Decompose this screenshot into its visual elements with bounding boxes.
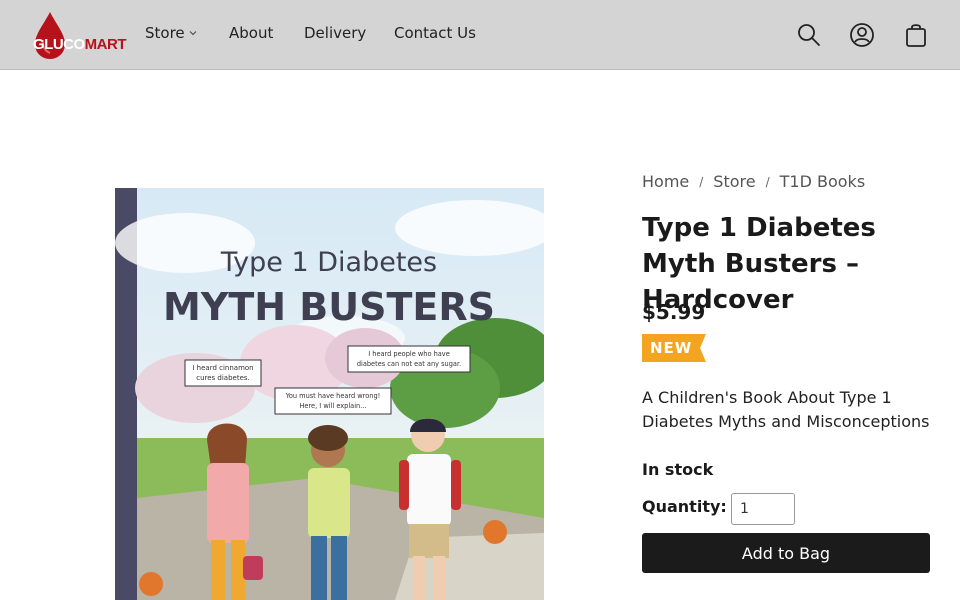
bubble-center-line1: You must have heard wrong! xyxy=(285,392,381,400)
logo-mart: MART xyxy=(84,36,127,53)
breadcrumb: Home / Store / T1D Books xyxy=(642,172,865,191)
quantity-label: Quantity: xyxy=(642,497,727,516)
product-image[interactable]: Type 1 Diabetes MYTH BUSTERS I heard cin… xyxy=(115,188,544,600)
speech-bubble-center: You must have heard wrong! Here, I will … xyxy=(274,387,392,415)
nav-store-label: Store xyxy=(145,24,185,42)
new-badge-label: NEW xyxy=(650,339,693,357)
book-cover-illustration: Type 1 Diabetes MYTH BUSTERS I heard cin… xyxy=(115,188,544,600)
breadcrumb-separator: / xyxy=(765,174,770,189)
cover-subtitle: Type 1 Diabetes xyxy=(220,247,437,278)
product-description: A Children's Book About Type 1 Diabetes … xyxy=(642,388,930,431)
stock-status: In stock xyxy=(642,460,714,479)
glucomart-logo[interactable]: GLUCOMART xyxy=(33,10,127,60)
breadcrumb-home[interactable]: Home xyxy=(642,172,689,191)
search-icon[interactable] xyxy=(796,22,822,48)
logo-gluco: GLUCO xyxy=(33,36,85,53)
site-header: GLUCOMART Store About Delivery Contact U… xyxy=(0,0,960,70)
bubble-right-line1: I heard people who have xyxy=(368,350,450,358)
speech-bubble-right: I heard people who have diabetes can not… xyxy=(347,345,471,373)
account-icon[interactable] xyxy=(849,22,875,48)
nav-delivery[interactable]: Delivery xyxy=(304,24,366,42)
chevron-down-icon xyxy=(189,31,197,36)
shopping-bag-icon[interactable] xyxy=(903,22,929,48)
breadcrumb-store[interactable]: Store xyxy=(713,172,755,191)
nav-contact-us[interactable]: Contact Us xyxy=(394,24,476,42)
logo-wordmark: GLUCOMART xyxy=(33,36,127,53)
cover-title: MYTH BUSTERS xyxy=(163,285,495,329)
bubble-left-line2: cures diabetes. xyxy=(196,374,250,382)
nav-store[interactable]: Store xyxy=(145,24,197,42)
bubble-left-line1: I heard cinnamon xyxy=(192,364,253,372)
product-price: $5.99 xyxy=(642,300,706,324)
nav-about[interactable]: About xyxy=(229,24,273,42)
bubble-right-line2: diabetes can not eat any sugar. xyxy=(357,360,461,368)
add-to-bag-button[interactable]: Add to Bag xyxy=(642,533,930,573)
breadcrumb-t1d-books[interactable]: T1D Books xyxy=(780,172,866,191)
speech-bubble-left: I heard cinnamon cures diabetes. xyxy=(184,359,262,387)
new-badge: NEW xyxy=(642,334,706,362)
bubble-center-line2: Here, I will explain... xyxy=(299,402,366,410)
breadcrumb-separator: / xyxy=(699,174,704,189)
quantity-input[interactable] xyxy=(731,493,795,525)
